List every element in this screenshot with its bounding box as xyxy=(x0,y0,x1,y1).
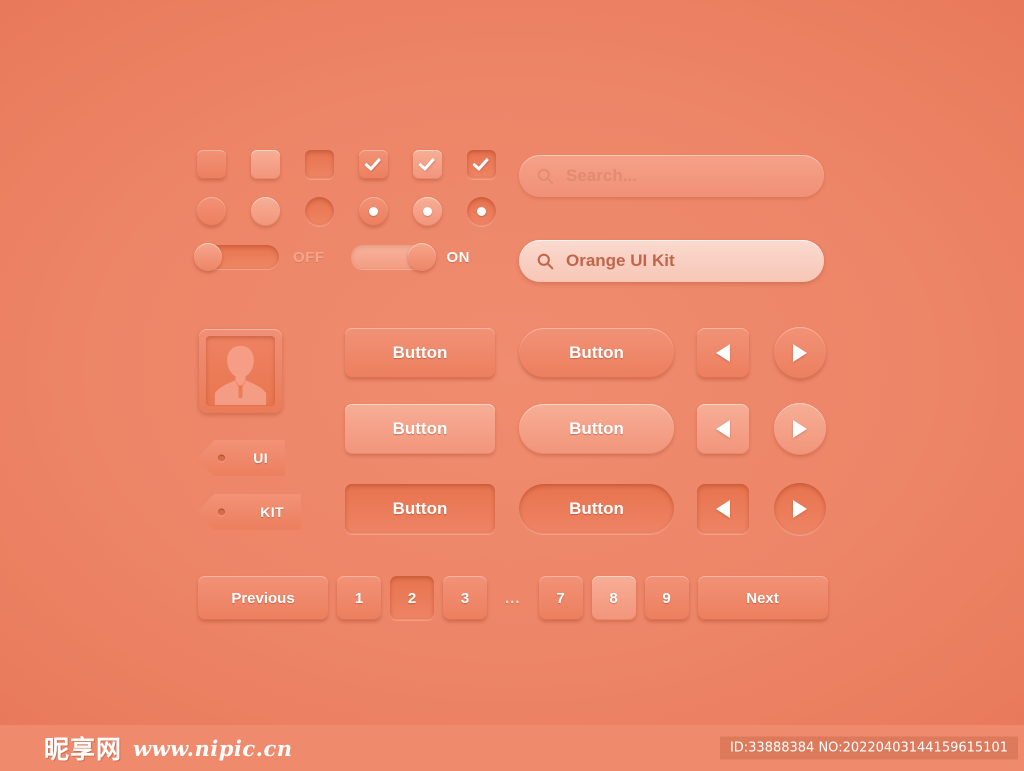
triangle-right-icon xyxy=(793,344,807,362)
checkbox-checked-normal[interactable] xyxy=(359,150,388,179)
radio-unselected-normal[interactable] xyxy=(197,197,226,226)
toggle-knob[interactable] xyxy=(407,243,436,271)
toggle-knob[interactable] xyxy=(194,243,222,271)
button-rect-pressed[interactable]: Button xyxy=(345,484,495,534)
pagination-next-label: Next xyxy=(746,589,779,607)
radio-dot-icon xyxy=(369,207,378,216)
pagination: Previous 1 2 3 ... 7 8 9 Next xyxy=(198,576,828,620)
next-arrow-button-normal[interactable] xyxy=(774,327,826,379)
radio-selected-pressed[interactable] xyxy=(467,197,496,226)
button-label: Button xyxy=(569,419,624,438)
radio-selected-hover[interactable] xyxy=(413,197,442,226)
image-id-badge: ID:33888384 NO:20220403144159615101 xyxy=(719,736,1018,760)
watermark: 昵享网 www.nipic.cn xyxy=(44,730,293,766)
search-field-empty[interactable]: Search... xyxy=(519,155,824,197)
avatar xyxy=(206,336,275,406)
triangle-left-icon xyxy=(716,344,730,362)
page-number-label: 8 xyxy=(609,589,618,607)
button-rect-hover[interactable]: Button xyxy=(345,404,495,454)
button-pill-pressed[interactable]: Button xyxy=(519,484,674,534)
pagination-page-1[interactable]: 1 xyxy=(337,576,381,620)
prev-arrow-button-pressed[interactable] xyxy=(697,484,749,534)
button-label: Button xyxy=(392,419,448,438)
button-label: Button xyxy=(392,499,448,518)
prev-arrow-button-normal[interactable] xyxy=(697,328,749,378)
page-number-label: 1 xyxy=(354,589,364,607)
checkmark-icon xyxy=(364,153,382,172)
button-label: Button xyxy=(569,343,624,362)
pagination-next-button[interactable]: Next xyxy=(697,576,828,620)
tag-ui-label: UI xyxy=(253,450,268,466)
next-arrow-button-hover[interactable] xyxy=(774,403,826,455)
radio-row xyxy=(197,197,496,226)
ui-kit-canvas: OFF ON Search... Orange UI Kit UI KIT Bu… xyxy=(0,0,1024,725)
pagination-previous-button[interactable]: Previous xyxy=(198,576,328,620)
app-background: OFF ON Search... Orange UI Kit UI KIT Bu… xyxy=(0,0,1024,771)
checkbox-unchecked-hover[interactable] xyxy=(251,150,280,179)
button-label: Button xyxy=(569,499,624,518)
page-number-label: 7 xyxy=(556,589,565,607)
checkbox-checked-hover[interactable] xyxy=(413,150,442,179)
checkmark-icon xyxy=(418,153,436,172)
triangle-left-icon xyxy=(716,500,730,518)
site-logo: 昵享网 xyxy=(44,735,123,764)
pagination-page-9[interactable]: 9 xyxy=(644,576,689,620)
pagination-previous-label: Previous xyxy=(231,589,295,607)
button-pill-hover[interactable]: Button xyxy=(519,404,674,454)
controls-group: OFF ON xyxy=(194,150,496,271)
toggle-on-label: ON xyxy=(446,248,470,266)
toggle-on[interactable] xyxy=(350,243,436,271)
pagination-page-3[interactable]: 3 xyxy=(443,576,487,620)
checkbox-checked-pressed[interactable] xyxy=(467,150,496,179)
tag-kit-label: KIT xyxy=(260,504,284,520)
tag-ui[interactable]: UI xyxy=(197,440,285,476)
triangle-right-icon xyxy=(793,500,807,518)
page-number-label: 3 xyxy=(460,589,470,607)
radio-dot-icon xyxy=(477,207,486,216)
page-number-label: 2 xyxy=(407,589,417,607)
search-icon xyxy=(537,168,554,184)
triangle-right-icon xyxy=(793,420,807,438)
tag-kit[interactable]: KIT xyxy=(197,494,301,530)
search-input-value: Orange UI Kit xyxy=(566,251,675,270)
button-rect-normal[interactable]: Button xyxy=(345,328,495,378)
checkbox-unchecked-normal[interactable] xyxy=(197,150,226,179)
radio-selected-normal[interactable] xyxy=(359,197,388,226)
search-field-filled[interactable]: Orange UI Kit xyxy=(519,240,824,282)
toggle-off[interactable] xyxy=(194,243,279,271)
radio-unselected-pressed[interactable] xyxy=(305,197,334,226)
site-url: www.nipic.cn xyxy=(133,735,293,761)
pagination-ellipsis: ... xyxy=(505,589,521,607)
pagination-page-8-hover[interactable]: 8 xyxy=(591,576,636,620)
pagination-page-2-active[interactable]: 2 xyxy=(390,576,434,620)
checkbox-row xyxy=(197,150,496,179)
search-icon xyxy=(537,253,554,269)
avatar-frame[interactable] xyxy=(199,329,282,413)
prev-arrow-button-hover[interactable] xyxy=(697,404,749,454)
checkbox-unchecked-pressed[interactable] xyxy=(305,150,334,179)
button-pill-normal[interactable]: Button xyxy=(519,328,674,378)
button-label: Button xyxy=(392,343,448,362)
radio-unselected-hover[interactable] xyxy=(251,197,280,226)
checkmark-icon xyxy=(472,153,490,172)
footer-watermark-bar: 昵享网 www.nipic.cn ID:33888384 NO:20220403… xyxy=(0,725,1024,771)
search-placeholder-text: Search... xyxy=(566,166,637,185)
radio-dot-icon xyxy=(423,207,432,216)
next-arrow-button-pressed[interactable] xyxy=(774,483,826,535)
page-number-label: 9 xyxy=(662,589,671,607)
user-silhouette-icon xyxy=(214,345,267,405)
toggle-row: OFF ON xyxy=(194,243,496,271)
triangle-left-icon xyxy=(716,420,730,438)
toggle-off-label: OFF xyxy=(293,248,325,266)
pagination-page-7[interactable]: 7 xyxy=(538,576,583,620)
